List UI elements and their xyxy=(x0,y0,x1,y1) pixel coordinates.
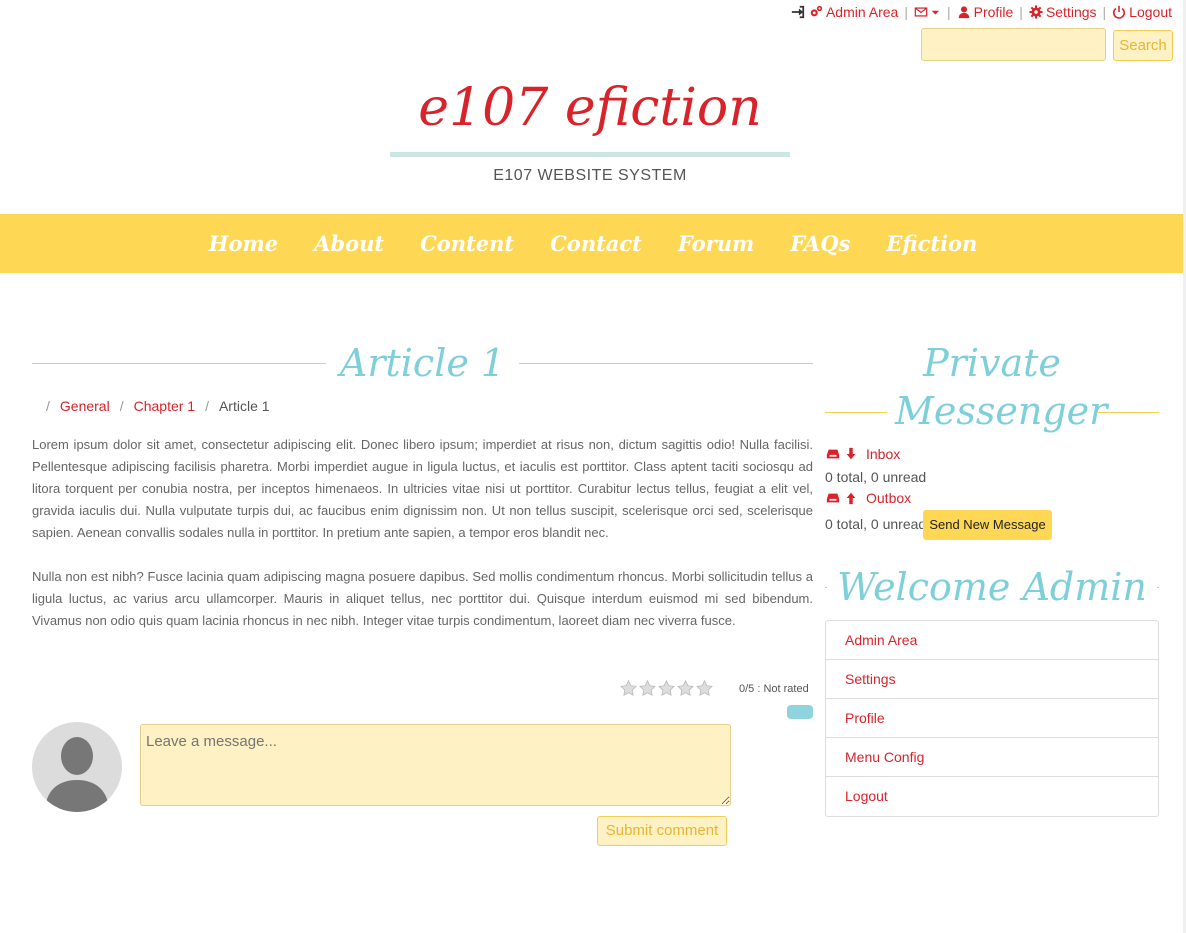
nav-faqs[interactable]: FAQs xyxy=(790,231,850,256)
outbox-link[interactable]: Outbox xyxy=(866,490,911,506)
search-input[interactable] xyxy=(921,28,1106,61)
breadcrumb-current: Article 1 xyxy=(218,398,270,414)
search-button[interactable]: Search xyxy=(1113,30,1173,61)
logout-label: Logout xyxy=(1129,4,1172,20)
admin-menu-list: Admin Area Settings Profile Menu Config … xyxy=(825,620,1159,817)
inbox-tray-icon xyxy=(826,449,840,459)
welcome-title: Welcome Admin xyxy=(837,565,1147,609)
breadcrumb-separator: / xyxy=(46,398,50,414)
power-icon xyxy=(1113,5,1126,19)
outbox-count: 0 total, 0 unread xyxy=(825,516,927,532)
user-toolbar: Admin Area | | Profile | Settings | Logo… xyxy=(791,4,1172,20)
outbox-row[interactable]: Outbox xyxy=(826,490,911,506)
private-messenger-heading: Private Messenger xyxy=(825,338,1159,436)
menu-item-admin-area[interactable]: Admin Area xyxy=(826,621,1158,660)
heading-rule xyxy=(825,412,887,413)
nav-forum[interactable]: Forum xyxy=(678,231,754,256)
cogs-icon xyxy=(810,5,823,17)
menu-item-profile[interactable]: Profile xyxy=(826,699,1158,738)
breadcrumb: / General / Chapter 1 / Article 1 xyxy=(46,398,270,414)
messages-dropdown[interactable] xyxy=(914,5,941,19)
heading-rule xyxy=(519,362,813,364)
admin-area-link[interactable]: Admin Area xyxy=(809,4,898,20)
breadcrumb-general[interactable]: General xyxy=(60,398,110,414)
avatar xyxy=(32,722,122,812)
menu-item-settings[interactable]: Settings xyxy=(826,660,1158,699)
site-tagline: E107 WEBSITE SYSTEM xyxy=(493,167,687,184)
inbox-count: 0 total, 0 unread xyxy=(825,469,927,485)
envelope-icon xyxy=(914,7,928,17)
separator: | xyxy=(904,4,908,20)
profile-link[interactable]: Profile xyxy=(957,4,1014,20)
star-rating[interactable] xyxy=(620,680,713,697)
inbox-link[interactable]: Inbox xyxy=(866,446,900,462)
site-title[interactable]: e107 efiction xyxy=(0,78,1180,138)
nav-home[interactable]: Home xyxy=(209,231,278,256)
welcome-heading: Welcome Admin xyxy=(825,562,1160,612)
logout-link[interactable]: Logout xyxy=(1112,4,1172,20)
nav-efiction[interactable]: Efiction xyxy=(886,231,977,256)
private-messenger-title: Private Messenger xyxy=(895,341,1108,433)
article-heading: Article 1 xyxy=(32,337,813,389)
article-paragraph: Lorem ipsum dolor sit amet, consectetur … xyxy=(32,437,813,540)
star-icon[interactable] xyxy=(696,680,713,697)
gear-icon xyxy=(1029,5,1043,19)
nav-content[interactable]: Content xyxy=(420,231,514,256)
star-icon[interactable] xyxy=(677,680,694,697)
separator: | xyxy=(1102,4,1107,20)
heading-rule xyxy=(1156,586,1160,588)
send-new-message-button[interactable]: Send New Message xyxy=(923,510,1052,540)
admin-area-label: Admin Area xyxy=(825,4,899,20)
caret-down-icon xyxy=(931,10,940,15)
separator: | xyxy=(1019,4,1023,20)
sign-in-icon[interactable] xyxy=(791,5,805,19)
main-navigation: Home About Content Contact Forum FAQs Ef… xyxy=(0,214,1186,273)
profile-label: Profile xyxy=(973,4,1014,20)
arrow-up-icon xyxy=(846,492,856,505)
article-title: Article 1 xyxy=(339,341,506,385)
submit-comment-button[interactable]: Submit comment xyxy=(597,816,727,846)
breadcrumb-separator: / xyxy=(119,398,124,414)
inbox-tray-icon xyxy=(826,493,840,503)
heading-rule xyxy=(1097,412,1159,413)
rating-text: 0/5 : Not rated xyxy=(739,683,809,695)
default-avatar-icon xyxy=(45,737,109,812)
separator: | xyxy=(946,4,951,20)
breadcrumb-chapter[interactable]: Chapter 1 xyxy=(134,398,195,414)
nav-about[interactable]: About xyxy=(314,231,384,256)
star-icon[interactable] xyxy=(658,680,675,697)
inbox-row[interactable]: Inbox xyxy=(826,446,900,462)
arrow-down-icon xyxy=(846,447,856,460)
settings-link[interactable]: Settings xyxy=(1029,4,1097,20)
star-icon[interactable] xyxy=(639,680,656,697)
comment-textarea[interactable] xyxy=(140,724,731,806)
heading-rule xyxy=(32,362,326,364)
menu-item-menu-config[interactable]: Menu Config xyxy=(826,738,1158,777)
settings-label: Settings xyxy=(1045,4,1097,20)
user-icon xyxy=(958,6,969,19)
star-icon[interactable] xyxy=(620,680,637,697)
rating-badge xyxy=(787,705,813,719)
breadcrumb-separator: / xyxy=(205,398,209,414)
article-paragraph: Nulla non est nibh? Fusce lacinia quam a… xyxy=(32,569,813,628)
menu-item-logout[interactable]: Logout xyxy=(826,777,1158,816)
title-underline xyxy=(390,152,790,157)
nav-contact[interactable]: Contact xyxy=(550,231,642,256)
